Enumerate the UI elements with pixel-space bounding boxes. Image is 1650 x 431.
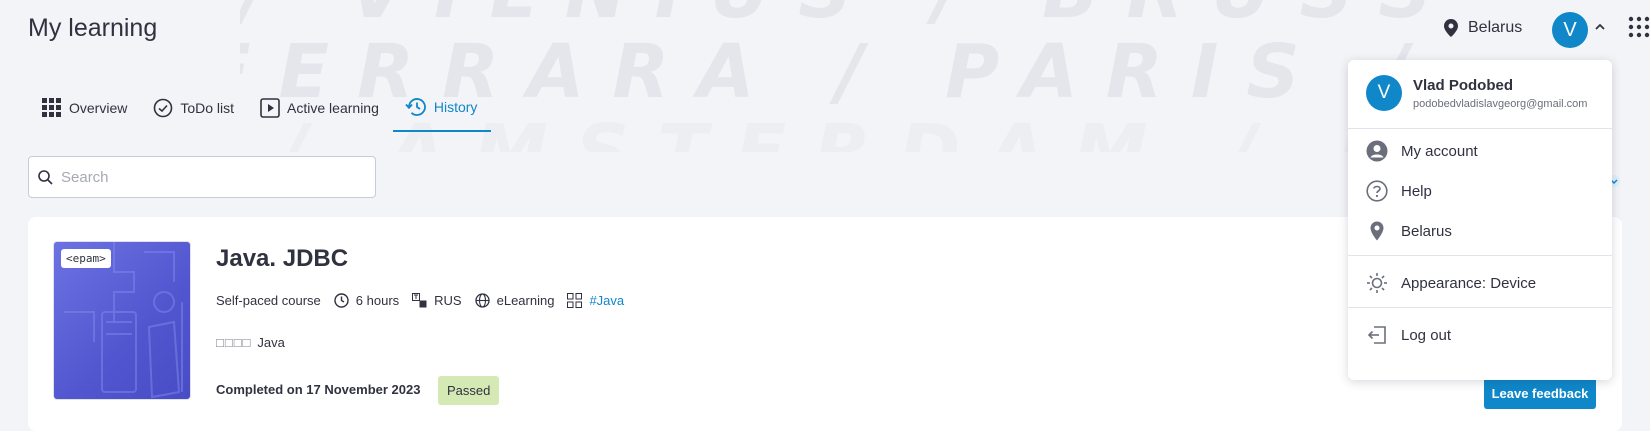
account-icon — [1366, 140, 1388, 162]
course-duration: 6 hours — [334, 293, 399, 308]
tab-todo-list[interactable]: ToDo list — [153, 92, 246, 124]
course-type: Self-paced course — [216, 293, 321, 308]
tab-overview[interactable]: Overview — [42, 92, 139, 124]
play-icon — [260, 98, 280, 118]
course-type-label: Self-paced course — [216, 293, 321, 308]
grid-icon — [42, 98, 61, 117]
location-selector[interactable]: Belarus — [1444, 19, 1522, 37]
divider — [1348, 307, 1612, 308]
user-name: Vlad Podobed — [1413, 76, 1514, 94]
status-badge: Passed — [438, 376, 500, 405]
apps-grid-icon[interactable] — [1628, 16, 1650, 38]
user-avatar-button[interactable]: V — [1552, 12, 1588, 48]
course-language: RUS — [412, 293, 462, 308]
epam-logo: <epam> — [61, 249, 111, 268]
divider — [1348, 255, 1612, 256]
tab-label: Active learning — [287, 100, 379, 116]
tab-label: History — [433, 99, 478, 115]
translate-icon — [412, 293, 427, 308]
course-format: eLearning — [474, 293, 555, 308]
menu-item-appearance[interactable]: Appearance: Device — [1366, 272, 1536, 294]
course-author: □□□□ Java — [216, 335, 285, 350]
course-meta: Self-paced course 6 hours RUS eLearning … — [216, 293, 637, 308]
location-label: Belarus — [1468, 19, 1523, 36]
avatar: V — [1366, 75, 1402, 111]
menu-item-label: My account — [1401, 142, 1478, 160]
user-email: podobedvladislavgeorg@gmail.com — [1413, 97, 1588, 110]
menu-item-my-account[interactable]: My account — [1366, 140, 1478, 162]
tab-active-learning[interactable]: Active learning — [260, 92, 391, 124]
tag-link[interactable]: #Java — [589, 293, 624, 308]
course-thumbnail: <epam> — [53, 241, 191, 400]
learning-tabs: Overview ToDo list Active learning Histo… — [42, 92, 505, 132]
location-pin-icon — [1370, 221, 1384, 241]
sun-icon — [1367, 273, 1387, 293]
user-info: V Vlad Podobed podobedvladislavgeorg@gma… — [1366, 75, 1587, 111]
logout-icon — [1367, 326, 1386, 344]
history-icon — [405, 98, 426, 116]
location-pin-icon — [1444, 19, 1458, 37]
course-tag: #Java — [567, 293, 624, 308]
menu-item-label: Belarus — [1401, 222, 1452, 240]
menu-item-label: Help — [1401, 182, 1432, 200]
chevron-up-icon[interactable] — [1594, 22, 1606, 32]
page-title: My learning — [28, 14, 158, 42]
globe-icon — [474, 293, 490, 308]
author-label: Java — [257, 335, 285, 350]
search-icon — [38, 169, 53, 185]
tab-label: ToDo list — [180, 100, 235, 116]
completion-date: Completed on 17 November 2023 — [216, 382, 421, 397]
duration-label: 6 hours — [355, 293, 400, 308]
search-input[interactable] — [61, 168, 351, 186]
format-label: eLearning — [496, 293, 555, 308]
divider — [1348, 128, 1612, 129]
menu-item-label: Appearance: Device — [1401, 274, 1537, 292]
author-glyphs: □□□□ — [216, 335, 252, 350]
check-circle-icon — [154, 98, 173, 118]
tab-history[interactable]: History — [392, 92, 492, 132]
leave-feedback-button[interactable]: Leave feedback — [1484, 377, 1596, 409]
category-icon — [567, 293, 583, 308]
menu-item-label: Log out — [1401, 326, 1452, 344]
bg-row-1: / VILNIUS / BRUSSELS / DUBLIN / POTSDAM — [240, 0, 1440, 32]
clock-icon — [334, 293, 349, 308]
menu-item-log-out[interactable]: Log out — [1366, 324, 1451, 346]
menu-item-help[interactable]: Help — [1366, 180, 1432, 202]
user-dropdown-menu: V Vlad Podobed podobedvladislavgeorg@gma… — [1348, 60, 1612, 380]
tab-label: Overview — [69, 100, 128, 116]
search-box — [28, 156, 376, 198]
language-label: RUS — [434, 293, 462, 308]
menu-item-location[interactable]: Belarus — [1366, 220, 1452, 242]
help-icon — [1366, 180, 1388, 202]
course-title[interactable]: Java. JDBC — [216, 245, 348, 273]
